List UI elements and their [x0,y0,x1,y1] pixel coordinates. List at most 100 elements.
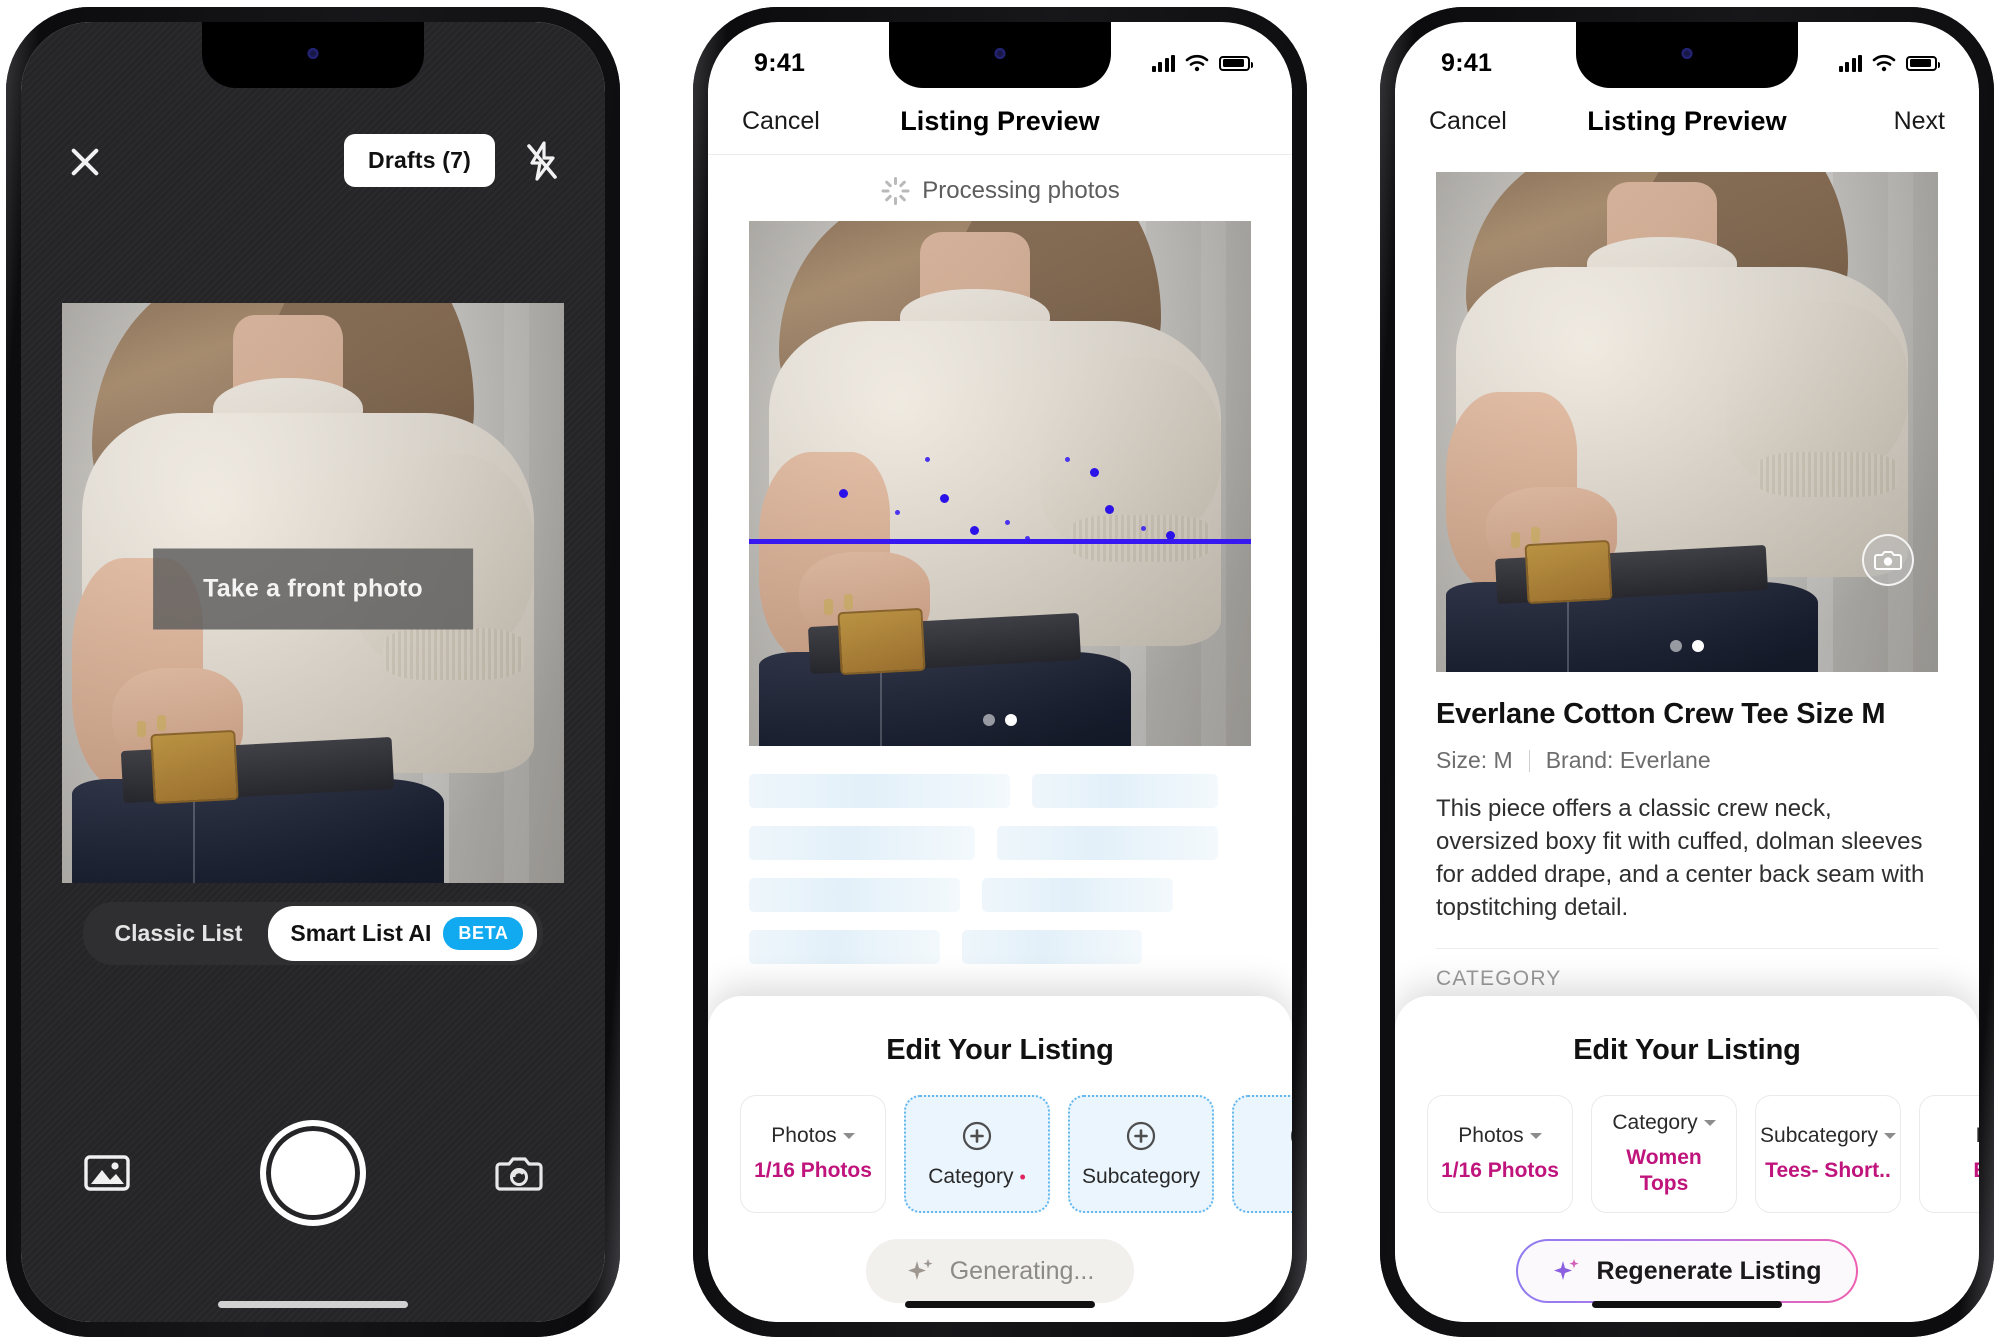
camera-viewfinder[interactable]: Drafts (7) Take a front photo Classic Li… [21,22,605,1322]
meta-divider [1528,749,1530,772]
chip-scroller[interactable]: Photos 1/16 Photos Category Women Tops S… [1395,1067,1979,1213]
phone3-screen: 9:41 Cancel Listing Preview Next Everlan… [1395,22,1979,1322]
chip-brand-partial[interactable]: Bra Eve [1919,1095,1979,1213]
status-icons [1838,54,1940,72]
phone-listing-processing: 9:41 Cancel Listing Preview Processing p… [693,7,1307,1337]
phone1-screen: Drafts (7) Take a front photo Classic Li… [21,22,605,1322]
gallery-icon[interactable] [83,1151,131,1195]
plus-circle-icon [1288,1119,1292,1153]
edit-listing-sheet: Edit Your Listing Photos 1/16 Photos Cat… [708,996,1292,1322]
chip-value: Women Tops [1626,1146,1702,1195]
pager-dot[interactable] [1670,640,1682,652]
front-camera-dot [307,48,319,59]
listing-title: Everlane Cotton Crew Tee Size M [1436,698,1886,730]
nav-bar: Cancel Listing Preview Next [1395,88,1979,154]
cellular-signal-icon [1151,54,1175,72]
three-phone-mockup: Drafts (7) Take a front photo Classic Li… [0,0,2000,1344]
plus-circle-icon [960,1119,994,1153]
camera-icon[interactable] [1862,534,1914,586]
processing-label: Processing photos [922,177,1120,204]
chip-category[interactable]: Category • [904,1095,1050,1213]
chip-label: Photos [1458,1124,1524,1148]
chip-brand-partial[interactable]: B [1232,1095,1292,1213]
drafts-button[interactable]: Drafts (7) [344,134,495,187]
category-section-label: CATEGORY [1436,967,1562,991]
mode-track: Classic List Smart List AI BETA [82,902,544,965]
chip-scroller[interactable]: Photos 1/16 Photos Category • Subcategor… [708,1067,1292,1213]
chip-label: Subcategory [1082,1165,1200,1188]
photo-pager[interactable] [1670,640,1704,652]
chevron-down-icon [1883,1133,1896,1140]
listing-photo[interactable] [749,221,1251,746]
camera-flip-icon[interactable] [495,1151,543,1195]
beta-badge: BETA [443,917,524,950]
shutter-button[interactable] [260,1120,366,1226]
listing-photo[interactable] [1436,172,1938,672]
flash-off-icon[interactable] [521,140,561,182]
cancel-button[interactable]: Cancel [742,107,838,136]
next-button[interactable]: Next [1849,107,1945,136]
camera-top-bar: Drafts (7) [21,134,605,187]
mode-classic-list[interactable]: Classic List [89,908,269,959]
capture-mode-toggle[interactable]: Classic List Smart List AI BETA [21,902,605,965]
chip-value: Tees- Short.. [1765,1159,1891,1183]
pager-dot-active[interactable] [1692,640,1704,652]
phone2-screen: 9:41 Cancel Listing Preview Processing p… [708,22,1292,1322]
section-divider [1436,948,1938,950]
sparkle-icon [1552,1256,1582,1286]
home-indicator [218,1301,408,1308]
chip-photos[interactable]: Photos 1/16 Photos [740,1095,886,1213]
mode-smart-list-ai[interactable]: Smart List AI BETA [268,906,538,961]
home-indicator [1592,1301,1782,1308]
home-indicator [905,1301,1095,1308]
chip-header: Bra [1976,1124,1979,1148]
listing-description: This piece offers a classic crew neck, o… [1436,795,1925,922]
chip-value: Eve [1973,1158,1979,1184]
phone-camera-capture: Drafts (7) Take a front photo Classic Li… [6,7,620,1337]
chip-subcategory[interactable]: Subcategory [1068,1095,1214,1213]
front-camera-dot [994,48,1006,59]
status-time: 9:41 [754,48,806,77]
pager-dot[interactable] [983,714,995,726]
chip-category[interactable]: Category Women Tops [1591,1095,1737,1213]
generating-label: Generating... [949,1256,1095,1285]
generating-button: Generating... [865,1239,1135,1303]
chip-photos[interactable]: Photos 1/16 Photos [1427,1095,1573,1213]
listing-meta: Size: M Brand: Everlane [1436,747,1938,774]
device-notch [202,22,424,88]
battery-icon [1219,55,1253,71]
chevron-down-icon [842,1133,855,1140]
page-title: Listing Preview [1587,105,1787,136]
listing-skeleton [708,746,1292,964]
cancel-button[interactable]: Cancel [1429,107,1525,136]
pager-dot-active[interactable] [1005,714,1017,726]
regenerate-listing-button[interactable]: Regenerate Listing [1516,1239,1857,1303]
chip-header: Photos [1458,1124,1542,1148]
chip-header: Subcategory [1760,1124,1896,1148]
edit-listing-sheet: Edit Your Listing Photos 1/16 Photos Cat… [1395,996,1979,1322]
mode-smart-label: Smart List AI [290,920,432,946]
chip-header: Category [1612,1111,1716,1135]
model-photo [1436,172,1938,672]
skeleton-row [749,826,1251,860]
battery-icon [1906,55,1940,71]
close-x-icon[interactable] [65,141,105,181]
photo-pager[interactable] [983,714,1017,726]
chip-label: Category [1612,1111,1698,1135]
chevron-down-icon [1703,1120,1716,1127]
cellular-signal-icon [1838,54,1862,72]
chip-label: Photos [771,1124,837,1148]
skeleton-row [749,774,1251,808]
front-camera-dot [1681,48,1693,59]
chip-subcategory[interactable]: Subcategory Tees- Short.. [1755,1095,1901,1213]
viewfinder-photo: Take a front photo [62,303,564,883]
regenerate-label: Regenerate Listing [1596,1256,1822,1285]
sheet-cta-row: Generating... [708,1213,1292,1303]
chip-header: Subcategory [1082,1165,1200,1189]
chip-label: Bra [1976,1124,1979,1148]
status-time: 9:41 [1441,48,1493,77]
status-icons [1151,54,1253,72]
scan-line [749,538,1251,544]
sheet-cta-row: Regenerate Listing [1395,1213,1979,1303]
chip-value: 1/16 Photos [1441,1159,1559,1183]
